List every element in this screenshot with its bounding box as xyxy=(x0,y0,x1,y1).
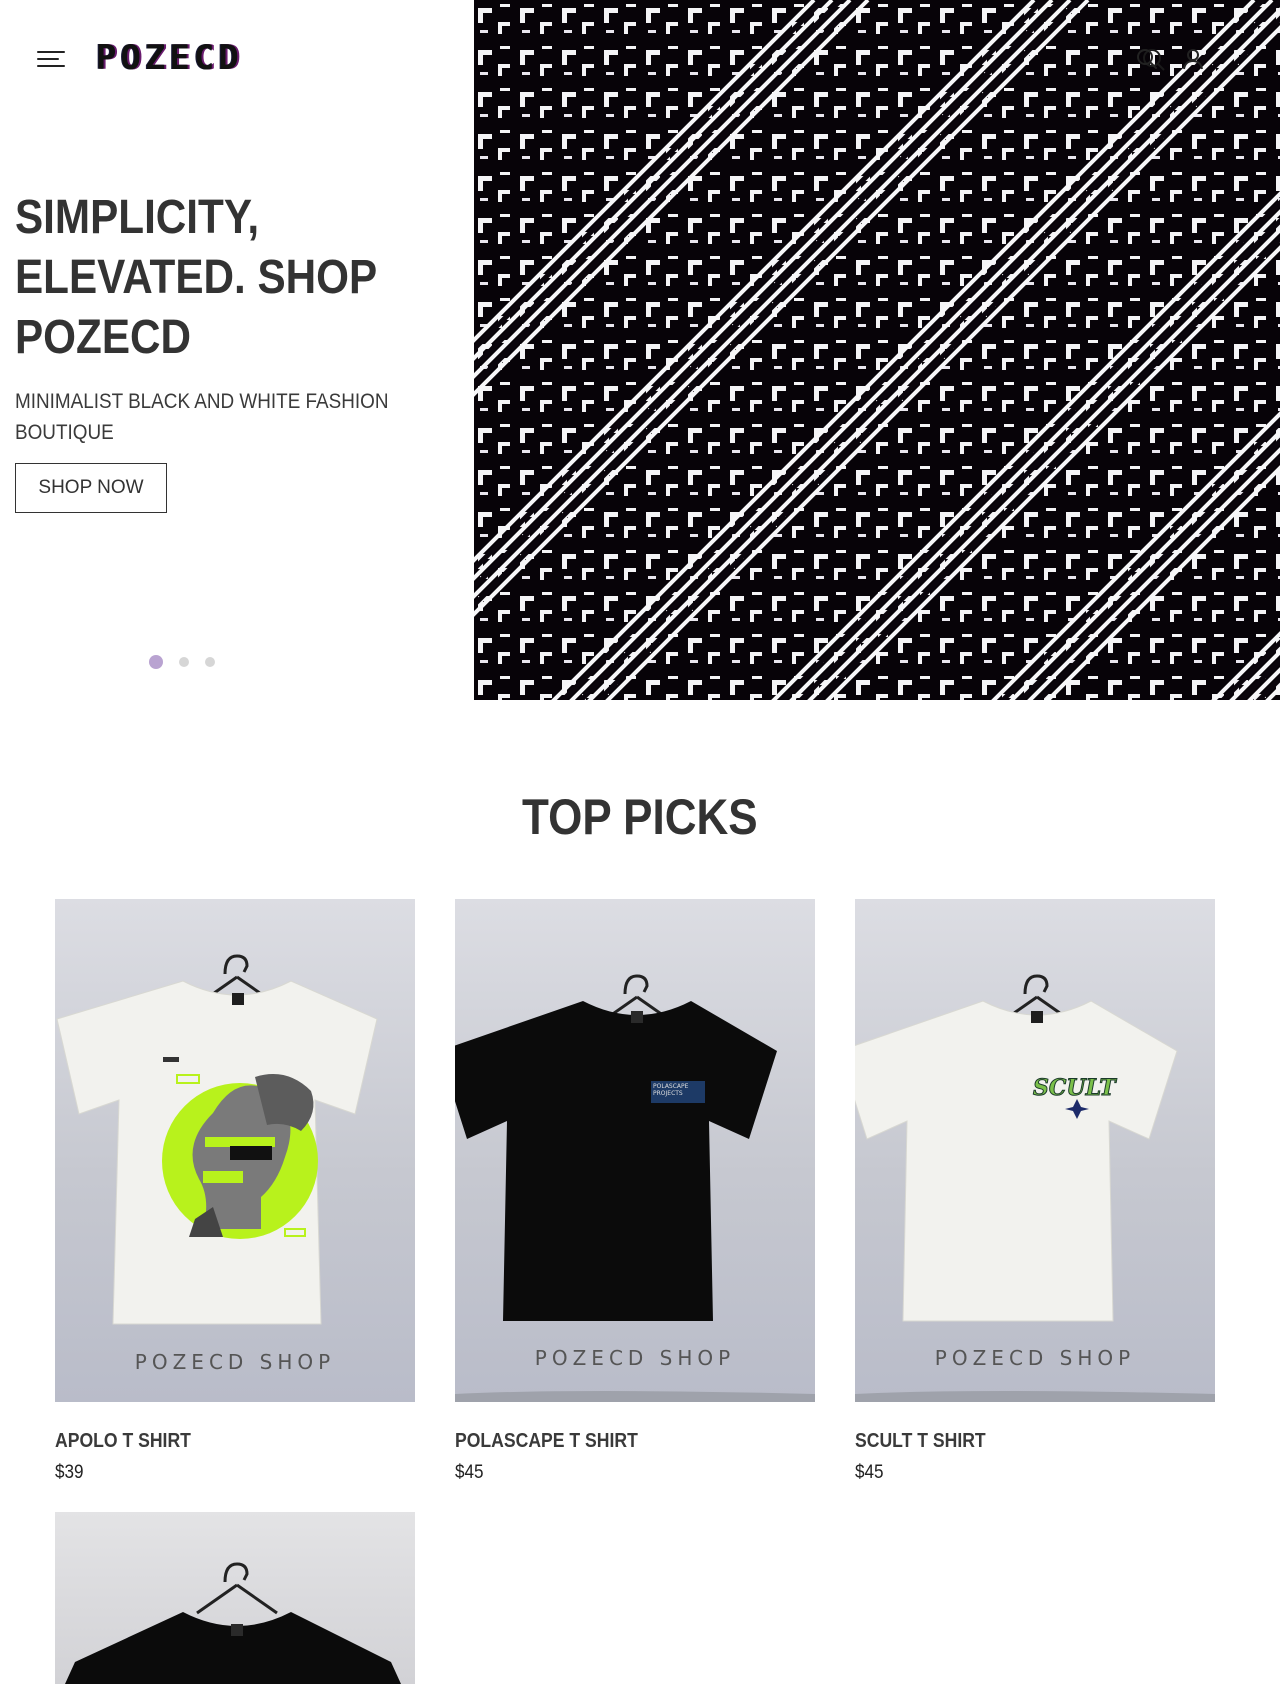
product-name[interactable]: POLASCAPE T SHIRT xyxy=(455,1430,772,1453)
carousel-dot-3[interactable] xyxy=(205,657,215,667)
product-price: $45 xyxy=(855,1462,884,1483)
hero-image xyxy=(474,0,1280,700)
hero-pattern xyxy=(474,0,1280,700)
product-image[interactable]: SCULT POZECD SHOP xyxy=(855,899,1215,1402)
product-image[interactable] xyxy=(55,1512,415,1684)
product-watermark: POZECD SHOP xyxy=(935,1346,1135,1370)
svg-text:POLASCAPE: POLASCAPE xyxy=(653,1083,689,1090)
hero-title: SIMPLICITY, ELEVATED. SHOP POZECD xyxy=(15,191,377,364)
hero-text: SIMPLICITY, ELEVATED. SHOP POZECD MINIMA… xyxy=(15,188,455,448)
hero-subtitle: MINIMALIST BLACK AND WHITE FASHION BOUTI… xyxy=(15,390,389,444)
product-card-polascape[interactable]: POLASCAPE PROJECTS POZECD SHOP POLASCAPE… xyxy=(455,899,815,1484)
carousel-dots xyxy=(149,655,215,669)
product-image[interactable]: POLASCAPE PROJECTS POZECD SHOP xyxy=(455,899,815,1402)
white-tshirt-scult-image: SCULT POZECD SHOP xyxy=(855,974,1215,1402)
product-watermark: POZECD SHOP xyxy=(535,1346,735,1370)
white-tshirt-statue-image: POZECD SHOP xyxy=(56,954,378,1374)
search-icon[interactable] xyxy=(1134,46,1160,72)
product-name[interactable]: APOLO T SHIRT xyxy=(55,1430,372,1453)
product-name[interactable]: SCULT T SHIRT xyxy=(855,1430,1172,1453)
product-card-apolo[interactable]: POZECD SHOP APOLO T SHIRT $39 xyxy=(55,899,415,1484)
carousel-dot-1[interactable] xyxy=(149,655,163,669)
carousel-dot-2[interactable] xyxy=(179,657,189,667)
account-icon[interactable] xyxy=(1180,46,1206,72)
header-actions xyxy=(1134,46,1206,72)
product-price: $45 xyxy=(455,1462,484,1483)
product-price: $39 xyxy=(55,1462,84,1483)
black-tshirt-image: POLASCAPE PROJECTS POZECD SHOP xyxy=(455,974,815,1402)
svg-text:PROJECTS: PROJECTS xyxy=(653,1090,683,1097)
page: POZECD SIMPLICITY, ELEVATED. SHOP POZECD… xyxy=(0,0,1280,1684)
svg-text:SCULT: SCULT xyxy=(1033,1075,1117,1101)
product-card-scult[interactable]: SCULT POZECD SHOP SCULT T SHIRT $45 xyxy=(855,899,1215,1484)
product-image[interactable]: POZECD SHOP xyxy=(55,899,415,1402)
shop-now-button[interactable]: SHOP NOW xyxy=(15,463,167,513)
product-card-4[interactable] xyxy=(55,1512,415,1684)
product-watermark: POZECD SHOP xyxy=(135,1350,335,1374)
menu-icon[interactable] xyxy=(37,49,65,69)
logo[interactable]: POZECD xyxy=(96,38,243,78)
section-title: TOP PICKS xyxy=(522,789,758,845)
black-tshirt-image xyxy=(65,1562,401,1684)
